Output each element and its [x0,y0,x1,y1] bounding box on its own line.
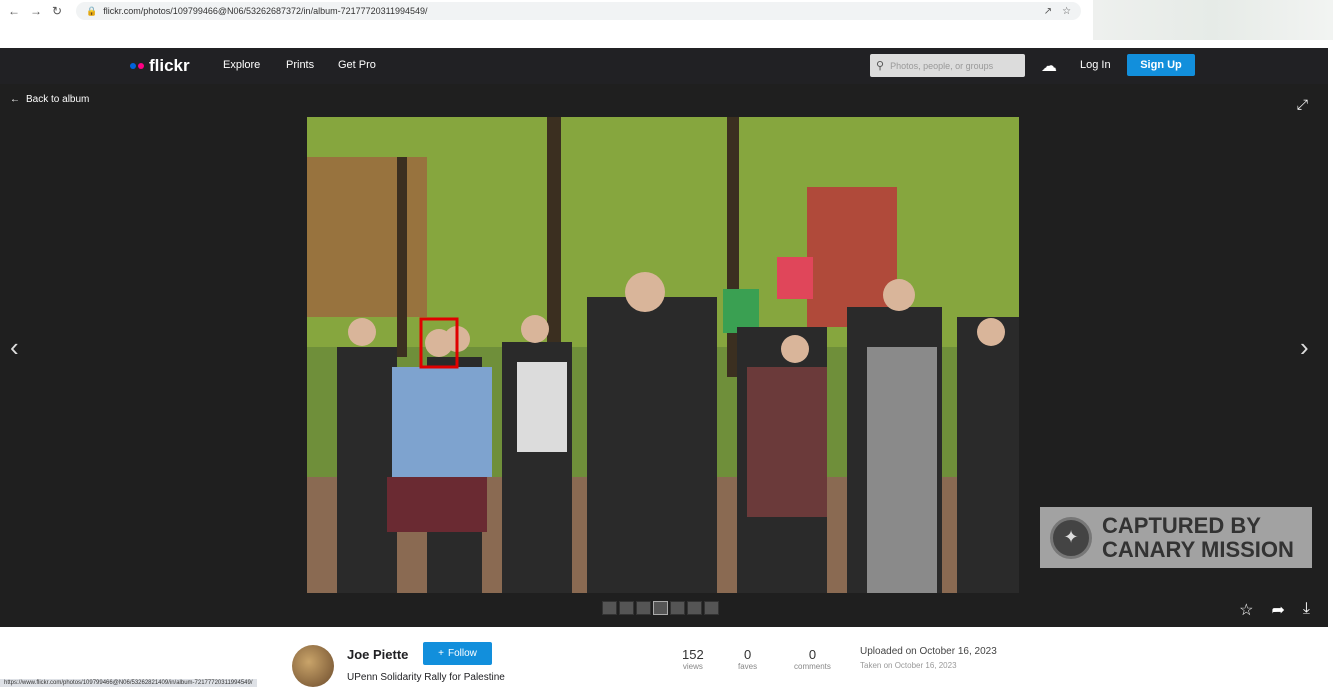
prev-photo-arrow-icon[interactable]: ‹ [10,332,19,363]
arrow-left-icon: ← [10,94,20,105]
stat-value: 152 [682,647,704,662]
film-thumb[interactable] [687,601,702,615]
film-thumb[interactable] [619,601,634,615]
stat-label: faves [738,662,758,671]
download-icon[interactable]: ⤓ [1303,600,1310,620]
browser-nav: ← → ↻ [0,4,62,18]
stat-views: 152 views [682,647,704,671]
logo-blue-dot [130,63,136,69]
back-to-album-link[interactable]: ← Back to album [10,94,89,105]
main-photo [307,117,1019,593]
search-input[interactable]: ⚲ Photos, people, or groups [870,54,1025,77]
blurred-extension-area [1093,0,1333,40]
status-bar-url: https://www.flickr.com/photos/109799466@… [0,679,257,687]
stat-faves: 0 faves [738,647,757,671]
watermark-text: CAPTURED BY CANARY MISSION [1102,512,1294,562]
nav-explore[interactable]: Explore [223,59,260,71]
film-thumb[interactable] [636,601,651,615]
watermark-line-1: CAPTURED BY [1102,512,1261,538]
film-thumb[interactable] [670,601,685,615]
browser-toolbar: ← → ↻ 🔒 flickr.com/photos/109799466@N06/… [0,0,1333,40]
nav-prints[interactable]: Prints [286,59,314,71]
logo-text: flickr [149,56,190,75]
author-name[interactable]: Joe Piette [347,647,408,662]
photo-info-panel: Joe Piette + Follow UPenn Solidarity Ral… [0,627,1333,687]
search-icon: ⚲ [876,60,885,72]
stat-label: views [682,662,703,671]
share-icon[interactable]: ↗ [1044,6,1052,17]
stat-comments: 0 comments [794,647,831,671]
back-icon[interactable]: ← [8,4,20,18]
watermark-line-2: CANARY MISSION [1102,536,1294,562]
taken-date: Taken on October 16, 2023 [860,661,957,670]
flickr-header: flickr Explore Prints Get Pro ⚲ Photos, … [0,48,1328,84]
film-thumb[interactable] [704,601,719,615]
flickr-logo[interactable]: flickr [130,56,190,76]
bookmark-star-icon[interactable]: ☆ [1062,6,1071,17]
lock-icon: 🔒 [86,5,98,16]
photo-title: UPenn Solidarity Rally for Palestine [347,672,505,683]
follow-label: Follow [447,648,477,659]
reload-icon[interactable]: ↻ [52,4,62,18]
nav-get-pro[interactable]: Get Pro [338,59,376,71]
follow-button[interactable]: + Follow [423,642,492,665]
uploaded-date: Uploaded on October 16, 2023 [860,646,997,657]
plus-icon: + [438,648,444,659]
fave-star-icon[interactable]: ☆ [1239,600,1253,620]
canary-mission-watermark: ✦ CAPTURED BY CANARY MISSION [1040,507,1312,568]
login-link[interactable]: Log In [1080,59,1111,71]
signup-button[interactable]: Sign Up [1127,54,1195,76]
stat-label: comments [794,662,831,671]
fullscreen-icon[interactable]: ⤢ [1297,96,1308,113]
film-thumb-current[interactable] [653,601,668,615]
search-placeholder: Photos, people, or groups [890,60,994,71]
url-text: flickr.com/photos/109799466@N06/53262687… [103,6,428,16]
address-bar[interactable]: 🔒 flickr.com/photos/109799466@N06/532626… [76,2,1082,20]
next-photo-arrow-icon[interactable]: › [1300,332,1309,363]
stat-value: 0 [808,647,817,662]
author-avatar[interactable] [292,645,334,687]
upload-cloud-icon[interactable]: ☁ [1041,56,1057,76]
rally-photo-illustration [307,117,1019,593]
stat-value: 0 [743,647,752,662]
canary-bird-icon: ✦ [1050,516,1092,559]
photo-actions: ☆ ➦ ⤓ [1239,600,1310,620]
share-arrow-icon[interactable]: ➦ [1272,600,1285,620]
album-filmstrip [602,601,719,615]
film-thumb[interactable] [602,601,617,615]
forward-icon[interactable]: → [30,4,42,18]
photo-viewer: ← Back to album ⤢ ‹ › ✦ CAPTURED BY CANA… [0,84,1328,627]
back-label: Back to album [26,94,90,105]
logo-pink-dot [138,63,144,69]
